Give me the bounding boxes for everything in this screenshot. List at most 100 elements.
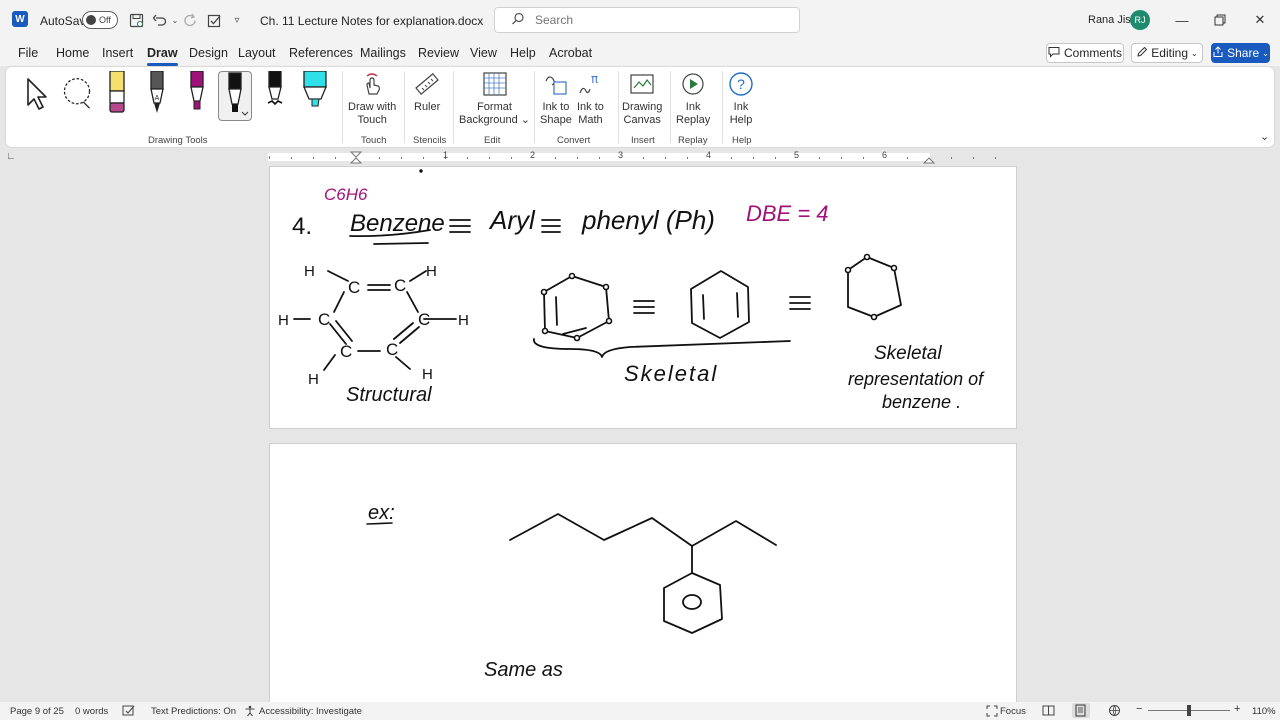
ruler-number: 3 xyxy=(618,150,624,160)
word-count[interactable]: 0 words xyxy=(75,706,108,717)
zoom-level[interactable]: 110% xyxy=(1252,706,1276,717)
ink-replay-button[interactable]: Ink Replay xyxy=(676,71,710,127)
accessibility-status[interactable]: Accessibility: Investigate xyxy=(259,706,362,717)
magenta-pen-icon[interactable] xyxy=(180,71,214,119)
ink-replay-label-1: Ink xyxy=(685,101,701,113)
svg-text:π: π xyxy=(591,72,598,86)
black-marker-icon[interactable] xyxy=(258,71,292,119)
tab-mailings[interactable]: Mailings xyxy=(360,46,406,60)
tab-insert[interactable]: Insert xyxy=(102,46,133,60)
label-skeletal: Skeletal xyxy=(624,361,718,386)
eraser-icon[interactable] xyxy=(100,71,134,119)
group-separator xyxy=(722,71,723,143)
checklist-icon[interactable] xyxy=(205,11,223,29)
lasso-select-icon[interactable] xyxy=(60,71,94,119)
ink-to-shape-label-1: Ink to xyxy=(542,101,570,113)
zoom-in-icon[interactable]: + xyxy=(1234,703,1240,715)
chevron-down-icon: ⌄ xyxy=(1262,48,1269,58)
tab-help[interactable]: Help xyxy=(510,46,536,60)
group-label-insert: Insert xyxy=(631,135,655,146)
format-background-button[interactable]: Format Background ⌄ xyxy=(459,71,530,127)
document-page[interactable]: C6H6 4. Benzene Aryl phenyl (Ph) DBE = 4… xyxy=(269,166,1017,429)
drawing-canvas-button[interactable]: Drawing Canvas xyxy=(622,71,662,127)
label-ex: ex: xyxy=(368,502,395,524)
heading-benzene: Benzene xyxy=(350,210,445,237)
zoom-slider-thumb[interactable] xyxy=(1187,705,1191,716)
document-page[interactable]: ex: Same as xyxy=(269,443,1017,703)
avatar[interactable]: RJ xyxy=(1130,10,1150,30)
web-layout-icon[interactable] xyxy=(1108,704,1121,720)
user-name[interactable]: Rana Jisr xyxy=(1088,14,1134,26)
ruler-number: 6 xyxy=(882,150,888,160)
horizontal-ruler[interactable]: ∟ 1 2 3 4 5 6 xyxy=(0,148,1280,166)
group-label-drawing-tools: Drawing Tools xyxy=(148,135,208,146)
ink-help-button[interactable]: ? Ink Help xyxy=(728,71,754,127)
close-icon[interactable]: ✕ xyxy=(1246,8,1274,32)
atom-c: C xyxy=(340,342,352,361)
save-icon[interactable] xyxy=(127,11,145,29)
print-layout-icon[interactable] xyxy=(1072,703,1090,718)
pencil-tool-icon[interactable]: A xyxy=(140,71,174,119)
text-phenyl: phenyl (Ph) xyxy=(581,205,715,235)
text-dbe: DBE = 4 xyxy=(746,201,829,226)
redo-icon[interactable] xyxy=(181,11,199,29)
status-bar: Page 9 of 25 0 words Text Predictions: O… xyxy=(0,702,1280,720)
editing-mode-button[interactable]: Editing ⌄ xyxy=(1131,43,1203,63)
tab-layout[interactable]: Layout xyxy=(238,46,276,60)
tab-review[interactable]: Review xyxy=(418,46,459,60)
formula-c6h6: C6H6 xyxy=(324,185,368,204)
tab-design[interactable]: Design xyxy=(189,46,228,60)
toggle-knob xyxy=(86,15,96,25)
ink-canvas[interactable]: C6H6 4. Benzene Aryl phenyl (Ph) DBE = 4… xyxy=(270,167,1018,430)
customize-quick-access-icon[interactable]: ▿ xyxy=(228,11,246,29)
group-separator xyxy=(453,71,454,143)
tab-acrobat[interactable]: Acrobat xyxy=(549,46,592,60)
ruler-number: 1 xyxy=(443,150,449,160)
restore-icon[interactable] xyxy=(1206,8,1234,32)
ink-to-math-button[interactable]: π Ink to Math xyxy=(577,71,604,127)
text-predictions[interactable]: Text Predictions: On xyxy=(151,706,236,717)
select-tool-icon[interactable] xyxy=(18,71,52,119)
read-mode-icon[interactable] xyxy=(1042,704,1055,720)
search-input[interactable] xyxy=(535,13,775,27)
proofing-icon[interactable] xyxy=(122,704,136,720)
format-background-label-1: Format xyxy=(477,101,512,113)
tab-home[interactable]: Home xyxy=(56,46,89,60)
ink-to-shape-button[interactable]: Ink to Shape xyxy=(540,71,572,127)
drawing-canvas-label-1: Drawing xyxy=(622,101,663,113)
ruler-number: 2 xyxy=(530,150,536,160)
tab-view[interactable]: View xyxy=(470,46,497,60)
word-logo-icon: W xyxy=(12,11,28,27)
atom-h: H xyxy=(426,263,437,280)
share-label: Share xyxy=(1227,46,1260,60)
comments-label: Comments xyxy=(1063,46,1122,60)
ruler-button[interactable]: Ruler xyxy=(414,71,440,114)
tab-references[interactable]: References xyxy=(289,46,353,60)
share-button[interactable]: Share ⌄ xyxy=(1211,43,1270,63)
atom-h: H xyxy=(458,312,469,329)
ruler-icon xyxy=(414,71,440,97)
collapse-ribbon-icon[interactable]: ⌄ xyxy=(1260,130,1269,143)
tab-file[interactable]: File xyxy=(18,46,38,60)
ink-help-label-2: Help xyxy=(729,114,753,126)
focus-mode[interactable]: Focus xyxy=(1000,706,1026,717)
atom-c: C xyxy=(318,310,330,329)
search-box[interactable] xyxy=(494,7,800,33)
minimize-icon[interactable]: — xyxy=(1168,8,1196,32)
page-count[interactable]: Page 9 of 25 xyxy=(10,706,64,717)
ink-canvas[interactable]: ex: Same as xyxy=(270,444,1018,704)
ink-to-math-icon: π xyxy=(577,71,603,97)
chevron-down-icon[interactable]: ⌄ xyxy=(444,12,462,30)
zoom-out-icon[interactable]: − xyxy=(1136,703,1142,715)
black-pen-selected-icon[interactable] xyxy=(218,71,252,121)
atom-h: H xyxy=(308,371,319,388)
draw-with-touch-button[interactable]: Draw with Touch xyxy=(348,71,396,127)
group-separator xyxy=(534,71,535,143)
autosave-toggle[interactable]: Off xyxy=(82,11,118,29)
atom-c: C xyxy=(394,276,406,295)
atom-c: C xyxy=(386,340,398,359)
tab-draw[interactable]: Draw xyxy=(147,46,178,66)
group-label-help: Help xyxy=(732,135,752,146)
cyan-highlighter-icon[interactable] xyxy=(298,71,332,119)
comments-button[interactable]: Comments xyxy=(1046,43,1124,63)
